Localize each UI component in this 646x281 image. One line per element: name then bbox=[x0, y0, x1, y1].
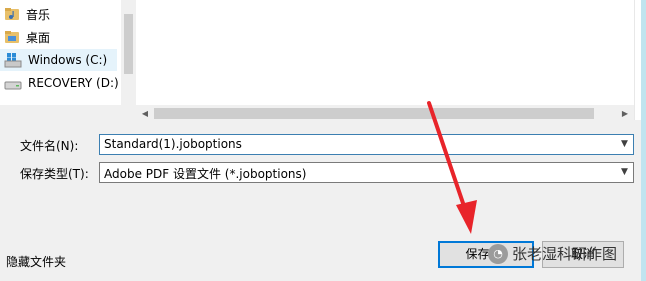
savetype-value: Adobe PDF 设置文件 (*.joboptions) bbox=[104, 167, 307, 181]
file-list[interactable] bbox=[136, 0, 634, 105]
nav-item-label: 桌面 bbox=[26, 30, 51, 45]
filename-combobox[interactable]: Standard(1).joboptions ▼ bbox=[99, 134, 634, 155]
nav-item-label: Windows (C:) bbox=[28, 53, 108, 67]
drive-icon bbox=[4, 81, 22, 90]
watermark: ◔ 张老湿科研作图 bbox=[488, 243, 617, 264]
watermark-text: 张老湿科研作图 bbox=[512, 245, 618, 263]
scroll-left-icon[interactable]: ◀ bbox=[138, 107, 152, 120]
music-folder-icon bbox=[5, 8, 19, 20]
nav-item-windows-c[interactable]: Windows (C:) bbox=[0, 49, 117, 71]
windows-drive-icon bbox=[4, 53, 22, 68]
scrollbar-thumb[interactable] bbox=[154, 108, 594, 119]
scroll-right-icon[interactable]: ▶ bbox=[618, 107, 632, 120]
chevron-down-icon[interactable]: ▼ bbox=[616, 163, 633, 182]
filename-input[interactable]: Standard(1).joboptions bbox=[104, 137, 242, 151]
wechat-icon: ◔ bbox=[488, 243, 508, 264]
window-background-edge bbox=[641, 0, 646, 281]
nav-item-music[interactable]: 音乐 bbox=[4, 3, 50, 25]
chevron-down-icon[interactable]: ▼ bbox=[616, 135, 633, 154]
filename-label: 文件名(N): bbox=[20, 139, 79, 153]
desktop-folder-icon bbox=[5, 31, 19, 43]
nav-item-label: 音乐 bbox=[26, 7, 51, 22]
hide-folders-label: 隐藏文件夹 bbox=[6, 255, 67, 269]
scrollbar-thumb[interactable] bbox=[124, 14, 133, 74]
savetype-label: 保存类型(T): bbox=[20, 167, 89, 181]
savetype-select[interactable]: Adobe PDF 设置文件 (*.joboptions) ▼ bbox=[99, 162, 634, 183]
nav-item-desktop[interactable]: 桌面 bbox=[4, 26, 50, 48]
nav-item-recovery-d[interactable]: RECOVERY (D:) bbox=[4, 72, 119, 94]
navigation-pane-scrollbar[interactable] bbox=[121, 0, 136, 105]
file-list-horizontal-scrollbar[interactable]: ◀ ▶ bbox=[136, 105, 634, 122]
nav-item-label: RECOVERY (D:) bbox=[28, 76, 119, 90]
hide-folders-toggle[interactable]: 隐藏文件夹 bbox=[6, 253, 66, 270]
navigation-pane[interactable]: 音乐 桌面 Windows (C:) RECOVERY (D:) bbox=[0, 0, 121, 105]
